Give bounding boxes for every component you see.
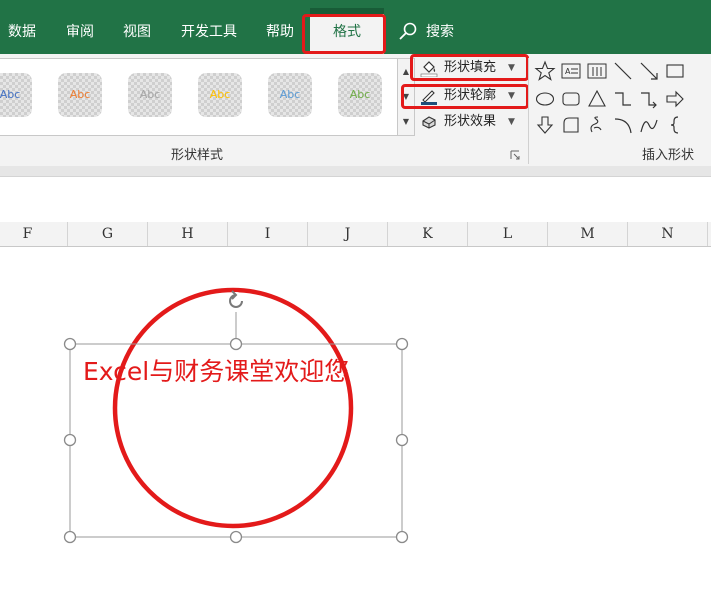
swatch-text: Abc: [279, 88, 301, 101]
tab-developer[interactable]: 开发工具: [174, 18, 244, 46]
arrow-line-icon[interactable]: [638, 60, 660, 82]
swatch-text: Abc: [69, 88, 91, 101]
textbox-icon[interactable]: A: [560, 60, 582, 82]
swatch-text: Abc: [0, 88, 21, 101]
ribbon-body: Abc Abc Abc Abc Abc Abc ▲ ▼ ▼ 形状填充 ▼ 形状轮…: [0, 54, 711, 167]
chevron-down-icon: ▼: [508, 117, 515, 127]
column-header[interactable]: G: [68, 222, 148, 246]
brace-icon[interactable]: [664, 114, 686, 136]
resize-handle[interactable]: [63, 337, 77, 351]
format-tab-highlight: [302, 14, 386, 54]
line-icon[interactable]: [612, 60, 634, 82]
ribbon-tab-bar: 数据 审阅 视图 开发工具 帮助 格式 搜索: [0, 0, 711, 54]
arc-icon[interactable]: [612, 114, 634, 136]
scribble-icon[interactable]: [586, 114, 608, 136]
style-swatch[interactable]: Abc: [268, 73, 312, 117]
down-arrow-icon[interactable]: [534, 114, 556, 136]
worksheet-canvas[interactable]: [0, 247, 711, 604]
insert-shapes-gallery: A: [534, 60, 711, 140]
shape-fill-highlight: [410, 54, 529, 81]
style-swatch[interactable]: Abc: [128, 73, 172, 117]
tab-help[interactable]: 帮助: [260, 18, 300, 46]
shape-effects-label: 形状效果: [444, 114, 497, 129]
resize-handle[interactable]: [63, 530, 77, 544]
column-header[interactable]: F: [0, 222, 68, 246]
shape-outline-highlight: [401, 84, 529, 109]
svg-text:A: A: [565, 67, 571, 76]
elbow-connector-icon[interactable]: [612, 88, 634, 110]
style-swatch[interactable]: Abc: [0, 73, 32, 117]
shape-effects-icon: [422, 116, 436, 129]
column-headers: F G H I J K L M N: [0, 222, 711, 247]
shape-styles-group-label: 形状样式: [171, 148, 224, 163]
elbow-arrow-icon[interactable]: [638, 88, 660, 110]
swatch-text: Abc: [209, 88, 231, 101]
triangle-icon[interactable]: [586, 88, 608, 110]
curve-icon[interactable]: [638, 114, 660, 136]
shape-styles-gallery: Abc Abc Abc Abc Abc Abc: [0, 58, 398, 136]
style-swatch[interactable]: Abc: [338, 73, 382, 117]
style-swatch[interactable]: Abc: [198, 73, 242, 117]
sheet-top-spacer: [0, 210, 711, 222]
tab-view[interactable]: 视图: [117, 18, 157, 46]
folded-corner-icon[interactable]: [560, 114, 582, 136]
column-header[interactable]: N: [628, 222, 708, 246]
textbox-text[interactable]: Excel与财务课堂欢迎您: [83, 352, 349, 388]
style-swatch[interactable]: Abc: [58, 73, 102, 117]
dialog-launcher-icon[interactable]: [510, 150, 520, 160]
search-icon[interactable]: [398, 22, 418, 42]
column-header[interactable]: I: [228, 222, 308, 246]
insert-shapes-group-label: 插入形状: [642, 148, 695, 163]
swatch-text: Abc: [349, 88, 371, 101]
formula-bar[interactable]: [0, 176, 711, 212]
rectangle-icon[interactable]: [664, 60, 686, 82]
rotate-handle-icon[interactable]: [227, 290, 245, 310]
circle-shape[interactable]: [112, 287, 354, 529]
rounded-rect-icon[interactable]: [560, 88, 582, 110]
search-label[interactable]: 搜索: [422, 18, 458, 46]
resize-handle[interactable]: [229, 337, 243, 351]
oval-icon[interactable]: [534, 88, 556, 110]
star-icon[interactable]: [534, 60, 556, 82]
resize-handle[interactable]: [63, 433, 77, 447]
swatch-text: Abc: [139, 88, 161, 101]
column-header[interactable]: K: [388, 222, 468, 246]
resize-handle[interactable]: [395, 530, 409, 544]
column-header[interactable]: M: [548, 222, 628, 246]
resize-handle[interactable]: [395, 337, 409, 351]
column-header[interactable]: H: [148, 222, 228, 246]
ribbon-gap: [0, 166, 711, 176]
right-arrow-icon[interactable]: [664, 88, 686, 110]
resize-handle[interactable]: [229, 530, 243, 544]
vertical-textbox-icon[interactable]: [586, 60, 608, 82]
resize-handle[interactable]: [395, 433, 409, 447]
shape-effects-button[interactable]: 形状效果 ▼: [414, 110, 528, 134]
column-header[interactable]: J: [308, 222, 388, 246]
group-separator: [528, 58, 529, 164]
tab-data[interactable]: 数据: [4, 18, 40, 46]
gallery-more-button[interactable]: ▼: [398, 109, 414, 134]
tab-review[interactable]: 审阅: [60, 18, 100, 46]
column-header[interactable]: L: [468, 222, 548, 246]
